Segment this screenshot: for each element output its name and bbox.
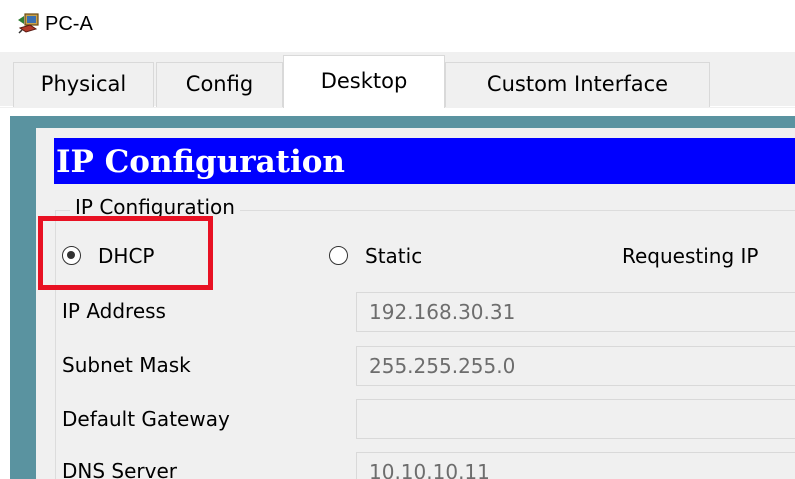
default-gateway-field[interactable]: [356, 399, 795, 439]
tab-custom-interface[interactable]: Custom Interface: [445, 62, 710, 107]
default-gateway-label: Default Gateway: [62, 407, 230, 431]
desktop-frame-left: [10, 116, 36, 479]
tab-physical[interactable]: Physical: [13, 62, 154, 107]
dhcp-highlight-annotation: [38, 216, 213, 290]
dns-server-field[interactable]: [356, 452, 795, 479]
pc-router-icon: [16, 12, 42, 34]
static-radio[interactable]: [329, 246, 348, 265]
window-title: PC-A: [45, 13, 93, 35]
desktop-frame-top: [10, 116, 795, 128]
window-titlebar: PC-A: [0, 0, 795, 52]
dhcp-status-text: Requesting IP: [622, 244, 759, 268]
subnet-mask-field[interactable]: [356, 346, 795, 386]
ip-address-label: IP Address: [62, 299, 166, 323]
ip-address-field[interactable]: [356, 292, 795, 332]
static-radio-label[interactable]: Static: [365, 243, 422, 269]
tab-config[interactable]: Config: [156, 62, 283, 107]
tab-desktop[interactable]: Desktop: [283, 55, 445, 108]
app-header-title: IP Configuration: [56, 144, 345, 180]
dns-server-label: DNS Server: [62, 459, 177, 479]
subnet-mask-label: Subnet Mask: [62, 353, 191, 377]
